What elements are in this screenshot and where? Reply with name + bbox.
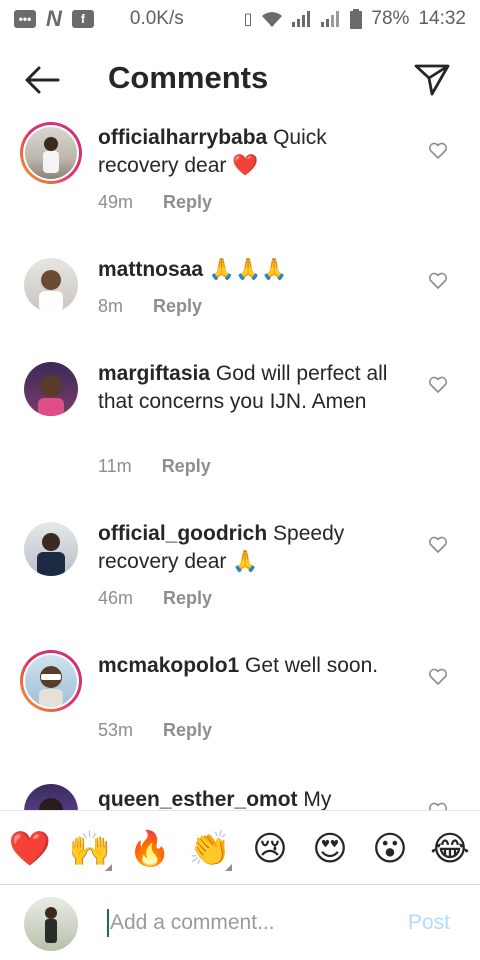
comment-meta: 49m Reply [98,192,212,213]
comment-meta: 46m Reply [98,588,212,609]
paper-plane-icon[interactable] [412,60,452,100]
avatar[interactable] [24,362,78,416]
comment-username[interactable]: officialharrybaba [98,126,267,149]
comment-text: queen_esther_omot My [98,786,408,810]
reply-button[interactable]: Reply [163,192,212,213]
like-heart-icon[interactable] [428,536,448,554]
comment-message: Get well soon. [239,654,379,677]
comment-message: 🙏🙏🙏 [203,258,288,281]
comment-username[interactable]: queen_esther_omot [98,788,298,810]
status-bar: ••• N f 0.0K/s ▯ 78% 14:32 [0,0,480,38]
notification-icons: ••• N f 0.0K/s [14,6,184,32]
heart-emoji-button[interactable]: ❤️ [0,811,60,887]
emoji-bar: ❤️ 🙌 🔥 👏 😢 😍 😮 😂 [0,810,480,886]
comment-time: 53m [98,720,134,740]
skin-tone-indicator [105,863,112,871]
comment-text: officialharrybaba Quick recovery dear ❤️ [98,124,408,180]
like-heart-icon[interactable] [428,802,448,810]
comment-meta: 11m Reply [98,456,211,477]
comment-time: 8m [98,296,124,316]
like-heart-icon[interactable] [428,272,448,290]
wifi-icon [262,12,283,27]
comment-list[interactable]: officialharrybaba Quick recovery dear ❤️… [0,116,480,810]
comment-input-bar: Post [0,884,480,960]
comment-meta: 53m Reply [98,720,212,741]
comment-meta: 8m Reply [98,296,202,317]
reply-button[interactable]: Reply [163,588,212,609]
comment-username[interactable]: mcmakopolo1 [98,654,239,677]
avatar[interactable] [24,258,78,312]
signal-icon-2 [321,11,340,27]
signal-icon [292,11,311,27]
battery-percent: 78% [371,8,410,29]
vibrate-icon: ▯ [243,11,253,28]
comment-text: official_goodrich Speedy recovery dear 🙏 [98,520,408,576]
avatar[interactable] [24,522,78,576]
surprised-face-emoji-button[interactable]: 😮 [360,811,420,887]
like-heart-icon[interactable] [428,142,448,160]
network-speed: 0.0K/s [129,8,184,29]
reply-button[interactable]: Reply [163,720,212,741]
comment-username[interactable]: mattnosaa [98,258,203,281]
arrow-left-icon[interactable] [22,62,62,98]
comments-header: Comments [0,40,480,120]
clock: 14:32 [418,8,466,29]
comment-text: mattnosaa 🙏🙏🙏 [98,256,408,284]
heart-eyes-emoji-button[interactable]: 😍 [300,811,360,887]
like-heart-icon[interactable] [428,376,448,394]
like-heart-icon[interactable] [428,668,448,686]
avatar [24,897,78,951]
skin-tone-indicator [225,863,232,871]
avatar[interactable] [24,784,78,810]
comment-message: My [297,788,332,810]
post-button[interactable]: Post [408,911,450,935]
crying-face-emoji-button[interactable]: 😢 [240,811,300,887]
comment-time: 49m [98,192,134,212]
facebook-icon: f [71,10,94,28]
avatar[interactable] [20,650,82,712]
laughing-face-emoji-button[interactable]: 😂 [420,811,480,887]
battery-icon [350,9,363,29]
comment-field[interactable] [110,907,390,939]
comment-username[interactable]: margiftasia [98,362,210,385]
raising-hands-emoji-button[interactable]: 🙌 [60,811,120,887]
clapping-hands-emoji-button[interactable]: 👏 [180,811,240,887]
message-icon: ••• [14,10,36,28]
comment-time: 46m [98,588,134,608]
page-title: Comments [108,60,269,95]
text-cursor [107,909,109,937]
fire-emoji-button[interactable]: 🔥 [120,811,180,887]
comment-username[interactable]: official_goodrich [98,522,267,545]
comment-text: margiftasia God will perfect all that co… [98,360,408,416]
comment-text: mcmakopolo1 Get well soon. [98,652,408,680]
reply-button[interactable]: Reply [162,456,211,477]
avatar[interactable] [20,122,82,184]
comment-time: 11m [98,456,132,476]
reply-button[interactable]: Reply [153,296,202,317]
n-app-icon: N [46,6,62,31]
